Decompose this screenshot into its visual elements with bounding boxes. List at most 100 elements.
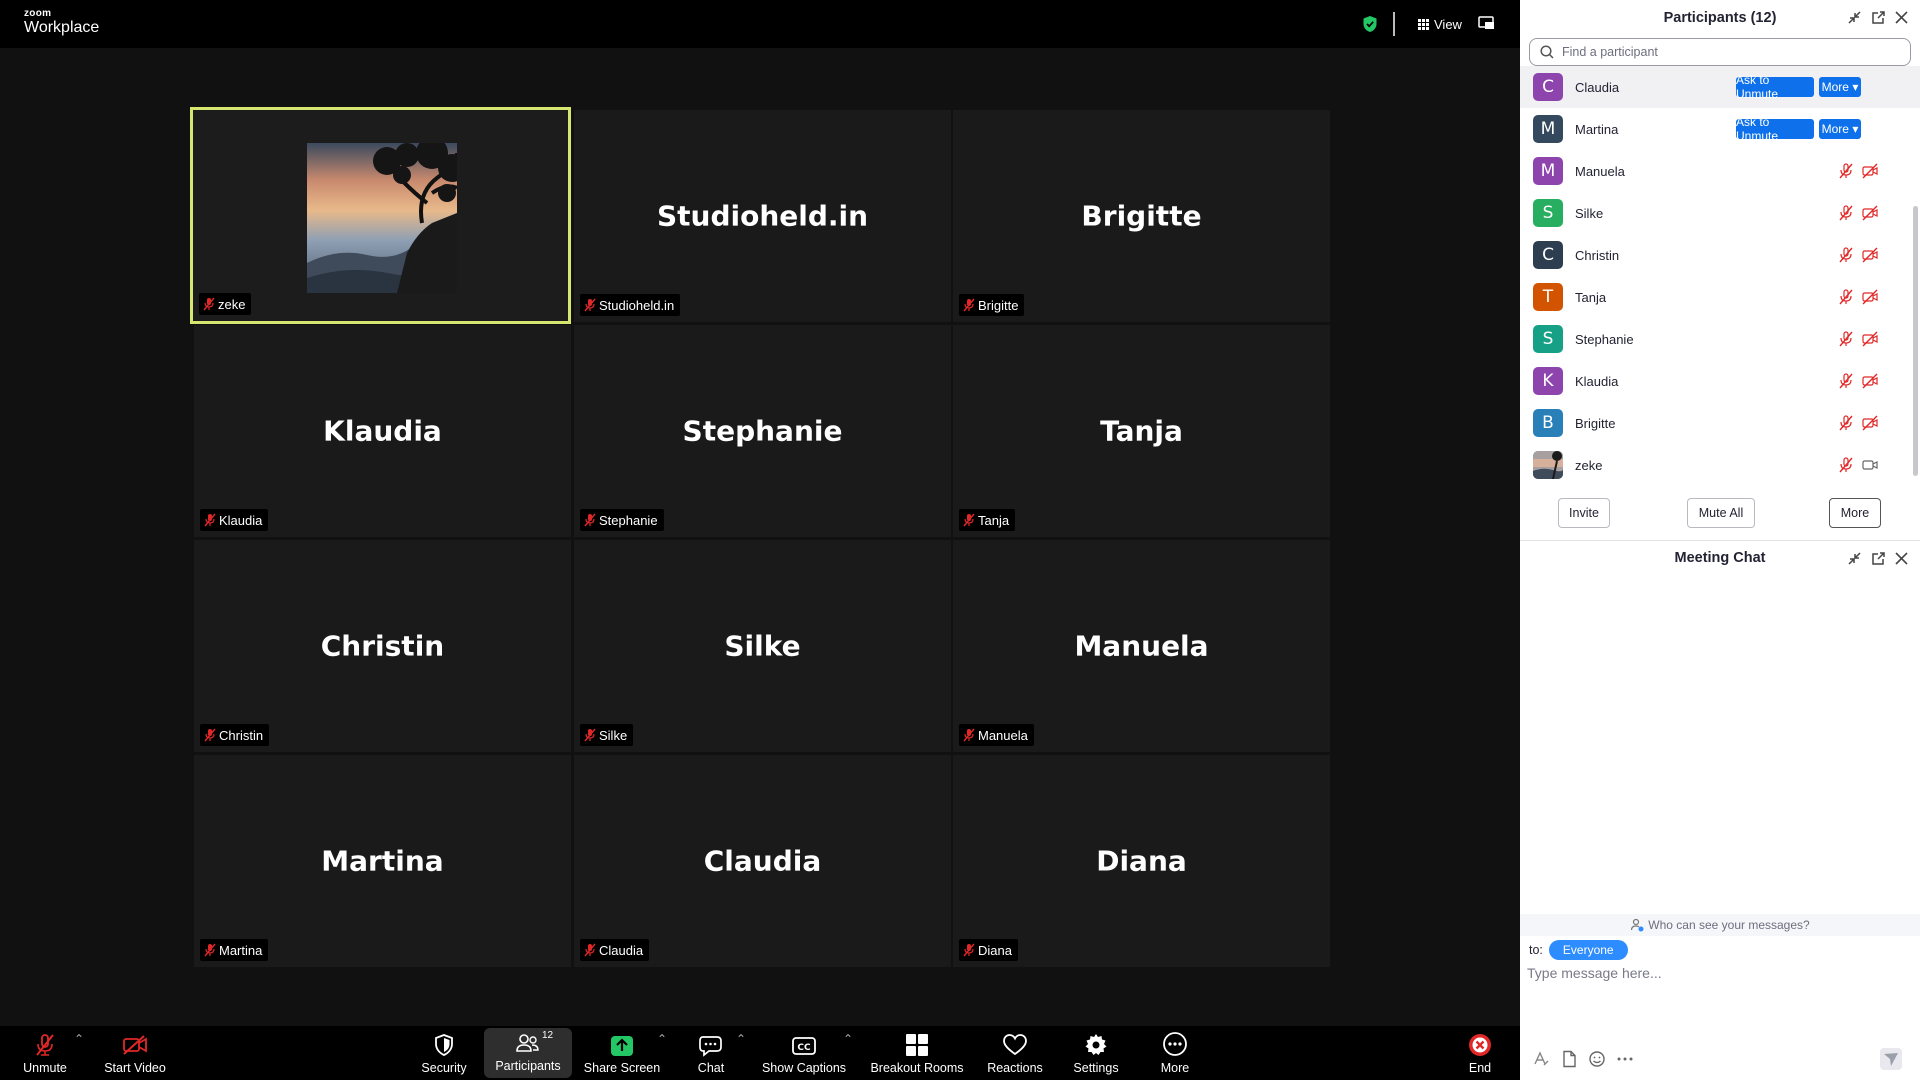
popout-icon[interactable] xyxy=(1871,10,1886,25)
video-off-icon[interactable] xyxy=(1862,163,1878,179)
close-icon[interactable] xyxy=(1894,551,1909,566)
tile-display-name: Martina xyxy=(321,844,444,878)
recipient-dropdown[interactable]: Everyone xyxy=(1548,940,1628,960)
video-tile[interactable]: Stephanie Stephanie xyxy=(574,325,951,537)
participant-search-input[interactable] xyxy=(1562,45,1892,59)
video-tile[interactable]: Studioheld.in Studioheld.in xyxy=(574,110,951,322)
chat-label: Chat xyxy=(697,1061,725,1075)
video-tile[interactable]: Christin Christin xyxy=(194,540,571,752)
more-label: More xyxy=(1160,1061,1190,1075)
mic-muted-icon[interactable] xyxy=(1838,163,1854,179)
participant-row[interactable]: S Silke xyxy=(1520,192,1920,234)
reactions-button[interactable]: Reactions xyxy=(980,1026,1050,1080)
participant-row[interactable]: S Stephanie xyxy=(1520,318,1920,360)
captions-options-caret-icon[interactable]: ⌃ xyxy=(843,1032,853,1046)
settings-button[interactable]: Settings xyxy=(1066,1026,1126,1080)
mic-muted-icon[interactable] xyxy=(1838,289,1854,305)
who-can-see-link[interactable]: Who can see your messages? xyxy=(1520,914,1920,936)
view-label: View xyxy=(1434,16,1462,32)
start-video-button[interactable]: Start Video xyxy=(100,1026,170,1080)
participant-row[interactable]: C Claudia Ask to Unmute More ▾ xyxy=(1520,66,1920,108)
video-off-icon[interactable] xyxy=(1862,247,1878,263)
participants-more-button[interactable]: More xyxy=(1829,498,1881,528)
chat-options-caret-icon[interactable]: ⌃ xyxy=(736,1032,746,1046)
avatar: T xyxy=(1533,283,1563,311)
share-options-caret-icon[interactable]: ⌃ xyxy=(657,1032,667,1046)
caret-down-icon: ▾ xyxy=(1852,80,1859,94)
encryption-shield-icon[interactable] xyxy=(1362,15,1378,33)
participant-list-scrollbar[interactable] xyxy=(1913,206,1918,476)
video-tile[interactable]: Tanja Tanja xyxy=(953,325,1330,537)
participant-row[interactable]: B Brigitte xyxy=(1520,402,1920,444)
video-tile[interactable]: Manuela Manuela xyxy=(953,540,1330,752)
mic-muted-icon[interactable] xyxy=(1838,331,1854,347)
video-off-icon[interactable] xyxy=(1862,415,1878,431)
video-off-icon[interactable] xyxy=(1862,289,1878,305)
share-screen-button[interactable]: Share Screen xyxy=(582,1026,662,1080)
ask-to-unmute-button[interactable]: Ask to Unmute xyxy=(1736,73,1814,101)
unmute-button[interactable]: Unmute xyxy=(14,1026,76,1080)
participant-row[interactable]: T Tanja xyxy=(1520,276,1920,318)
mic-muted-icon[interactable] xyxy=(1838,247,1854,263)
participant-more-button[interactable]: More ▾ xyxy=(1819,77,1861,97)
participant-row[interactable]: M Martina Ask to Unmute More ▾ xyxy=(1520,108,1920,150)
video-off-icon[interactable] xyxy=(1862,373,1878,389)
participant-more-button[interactable]: More ▾ xyxy=(1819,119,1861,139)
avatar: M xyxy=(1533,157,1563,185)
video-off-icon[interactable] xyxy=(1862,205,1878,221)
tile-name-label: Studioheld.in xyxy=(580,294,681,316)
participant-row[interactable]: M Manuela xyxy=(1520,150,1920,192)
video-tile[interactable]: Klaudia Klaudia xyxy=(194,325,571,537)
participant-row[interactable]: C Christin xyxy=(1520,234,1920,276)
video-tile[interactable]: Martina Martina xyxy=(194,755,571,967)
mic-muted-icon[interactable] xyxy=(1838,205,1854,221)
video-camera-icon[interactable] xyxy=(1862,457,1878,473)
collapse-icon[interactable] xyxy=(1847,551,1862,566)
person-visibility-icon xyxy=(1631,918,1644,932)
chat-message-input[interactable] xyxy=(1527,958,1907,988)
tile-name-label: Martina xyxy=(200,939,269,961)
breakout-rooms-button[interactable]: Breakout Rooms xyxy=(866,1026,968,1080)
video-tile[interactable]: Claudia Claudia xyxy=(574,755,951,967)
fullscreen-icon[interactable] xyxy=(1478,16,1494,30)
security-button[interactable]: Security xyxy=(414,1026,474,1080)
mic-muted-icon[interactable] xyxy=(1838,457,1854,473)
video-tile[interactable]: Silke Silke xyxy=(574,540,951,752)
participants-button[interactable]: Participants xyxy=(484,1028,572,1078)
mic-muted-icon xyxy=(584,943,596,957)
invite-button[interactable]: Invite xyxy=(1558,498,1610,528)
breakout-rooms-label: Breakout Rooms xyxy=(870,1061,964,1075)
participant-row[interactable]: K Klaudia xyxy=(1520,360,1920,402)
mute-all-button[interactable]: Mute All xyxy=(1687,498,1755,528)
mic-muted-icon[interactable] xyxy=(1838,415,1854,431)
who-can-see-text: Who can see your messages? xyxy=(1648,918,1810,932)
more-options-icon[interactable] xyxy=(1616,1050,1634,1068)
format-text-icon[interactable] xyxy=(1532,1050,1550,1068)
show-captions-button[interactable]: CC Show Captions xyxy=(758,1026,850,1080)
participant-search[interactable] xyxy=(1529,38,1911,66)
collapse-icon[interactable] xyxy=(1847,10,1862,25)
popout-icon[interactable] xyxy=(1871,551,1886,566)
mic-muted-icon[interactable] xyxy=(1838,373,1854,389)
chat-messages-area[interactable] xyxy=(1520,578,1920,914)
mic-muted-icon xyxy=(584,298,596,312)
video-tile[interactable]: zeke xyxy=(190,107,571,324)
chat-button[interactable]: Chat xyxy=(686,1026,736,1080)
tile-name-label: Stephanie xyxy=(580,509,664,531)
audio-options-caret-icon[interactable]: ⌃ xyxy=(74,1032,84,1046)
logo-line2: Workplace xyxy=(24,19,100,36)
file-icon[interactable] xyxy=(1560,1050,1578,1068)
more-button[interactable]: More xyxy=(1150,1026,1200,1080)
participant-row[interactable]: zeke xyxy=(1520,444,1920,484)
view-button[interactable]: View xyxy=(1418,14,1462,34)
close-icon[interactable] xyxy=(1894,10,1909,25)
emoji-icon[interactable] xyxy=(1588,1050,1606,1068)
show-captions-label: Show Captions xyxy=(761,1061,847,1075)
tile-label-text: Claudia xyxy=(599,942,644,958)
ask-to-unmute-button[interactable]: Ask to Unmute xyxy=(1736,115,1814,143)
send-icon[interactable] xyxy=(1880,1048,1902,1070)
video-tile[interactable]: Brigitte Brigitte xyxy=(953,110,1330,322)
video-tile[interactable]: Diana Diana xyxy=(953,755,1330,967)
video-off-icon[interactable] xyxy=(1862,331,1878,347)
end-meeting-button[interactable]: End xyxy=(1460,1026,1500,1080)
